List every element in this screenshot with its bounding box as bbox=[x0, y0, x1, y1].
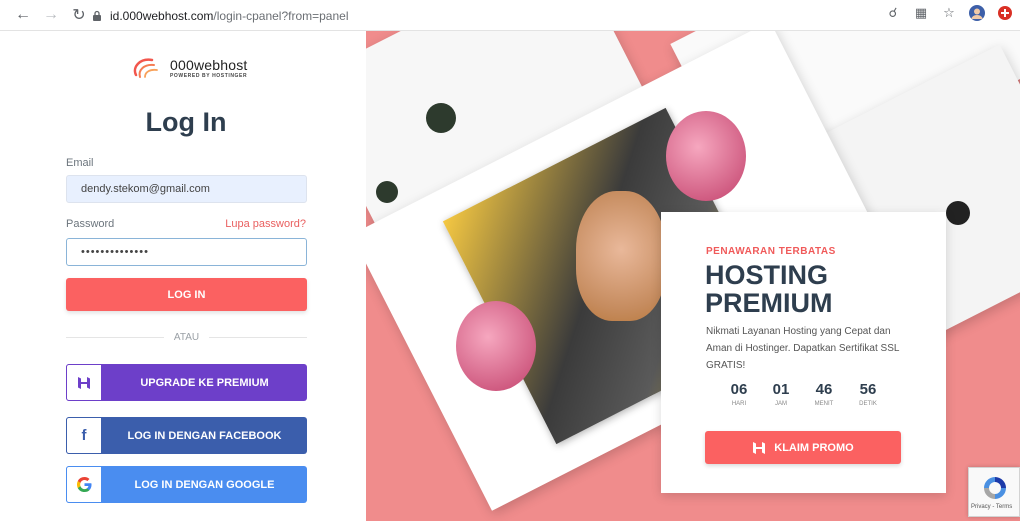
facebook-login-label: LOG IN DENGAN FACEBOOK bbox=[127, 429, 282, 442]
woman-photo bbox=[576, 191, 666, 321]
plant-image bbox=[376, 181, 398, 203]
extension-icon[interactable] bbox=[996, 4, 1014, 22]
browser-toolbar: ← → ↻ id.000webhost.com/login-cpanel?fro… bbox=[0, 0, 1020, 31]
promo-headline: HOSTING PREMIUM bbox=[705, 261, 833, 317]
countdown-minutes-value: 46 bbox=[815, 381, 833, 398]
forward-icon[interactable]: → bbox=[40, 4, 62, 26]
hostinger-icon bbox=[66, 364, 102, 401]
upgrade-premium-label: UPGRADE KE PREMIUM bbox=[140, 376, 269, 389]
countdown-seconds: 56 DETIK bbox=[848, 381, 888, 407]
url-path: /login-cpanel?from=panel bbox=[213, 9, 349, 23]
promo-eyebrow: PENAWARAN TERBATAS bbox=[706, 246, 836, 257]
password-field[interactable]: •••••••••••••• bbox=[66, 238, 307, 266]
hostinger-icon bbox=[753, 441, 766, 454]
google-login-button[interactable]: LOG IN DENGAN GOOGLE bbox=[66, 466, 307, 503]
recaptcha-badge[interactable]: Privacy - Terms bbox=[968, 467, 1020, 517]
facebook-icon: f bbox=[66, 417, 102, 454]
logo: 000webhost POWERED BY HOSTINGER bbox=[130, 55, 248, 81]
logo-name: 000webhost bbox=[170, 57, 248, 73]
countdown-minutes-unit: MENIT bbox=[814, 401, 834, 407]
back-icon[interactable]: ← bbox=[12, 4, 34, 26]
email-field[interactable]: dendy.stekom@gmail.com bbox=[66, 175, 307, 203]
divider-text: ATAU bbox=[173, 332, 200, 343]
divider-line bbox=[66, 337, 164, 338]
key-icon[interactable]: ☌ bbox=[884, 4, 902, 22]
countdown-days-value: 06 bbox=[730, 381, 748, 398]
promo-headline-line1: HOSTING bbox=[705, 260, 829, 290]
reload-icon[interactable]: ↻ bbox=[68, 4, 90, 26]
lantern-image bbox=[456, 301, 536, 391]
countdown-hours-unit: JAM bbox=[775, 401, 787, 407]
promo-card: PENAWARAN TERBATAS HOSTING PREMIUM Nikma… bbox=[661, 212, 946, 493]
google-login-label: LOG IN DENGAN GOOGLE bbox=[134, 478, 275, 491]
countdown-minutes: 46 MENIT bbox=[804, 381, 844, 407]
divider-line bbox=[209, 337, 307, 338]
logo-icon bbox=[133, 58, 158, 78]
countdown-seconds-unit: DETIK bbox=[859, 401, 877, 407]
upgrade-premium-button[interactable]: UPGRADE KE PREMIUM bbox=[66, 364, 307, 401]
countdown-days-unit: HARI bbox=[731, 401, 747, 407]
address-bar[interactable]: id.000webhost.com/login-cpanel?from=pane… bbox=[92, 5, 1002, 27]
divider: ATAU bbox=[66, 332, 307, 343]
countdown-hours: 01 JAM bbox=[761, 381, 801, 407]
logo-tagline: POWERED BY HOSTINGER bbox=[170, 73, 248, 79]
star-icon[interactable]: ☆ bbox=[940, 4, 958, 22]
claim-promo-label: KLAIM PROMO bbox=[774, 441, 854, 454]
password-label: Password bbox=[66, 218, 115, 230]
countdown-seconds-value: 56 bbox=[859, 381, 877, 398]
login-panel: 000webhost POWERED BY HOSTINGER Log In E… bbox=[0, 31, 366, 521]
login-button[interactable]: LOG IN bbox=[66, 278, 307, 311]
promo-headline-line2: PREMIUM bbox=[705, 288, 833, 318]
facebook-login-button[interactable]: f LOG IN DENGAN FACEBOOK bbox=[66, 417, 307, 454]
lock-icon bbox=[93, 10, 101, 21]
translate-icon[interactable]: ▦ bbox=[912, 4, 930, 22]
promo-description: Nikmati Layanan Hosting yang Cepat dan A… bbox=[706, 326, 900, 371]
countdown-hours-value: 01 bbox=[772, 381, 790, 398]
plant-image bbox=[946, 201, 970, 225]
email-label: Email bbox=[66, 157, 94, 169]
countdown-days: 06 HARI bbox=[719, 381, 759, 407]
claim-promo-button[interactable]: KLAIM PROMO bbox=[705, 431, 901, 464]
recaptcha-links[interactable]: Privacy - Terms bbox=[971, 504, 1012, 510]
page-title: Log In bbox=[145, 107, 227, 137]
recaptcha-icon bbox=[984, 477, 1006, 499]
plant-image bbox=[426, 103, 456, 133]
url-host: id.000webhost.com bbox=[110, 9, 214, 23]
google-icon bbox=[66, 466, 102, 503]
forgot-password-link[interactable]: Lupa password? bbox=[225, 218, 306, 230]
avatar[interactable] bbox=[968, 4, 986, 22]
lantern-image bbox=[666, 111, 746, 201]
